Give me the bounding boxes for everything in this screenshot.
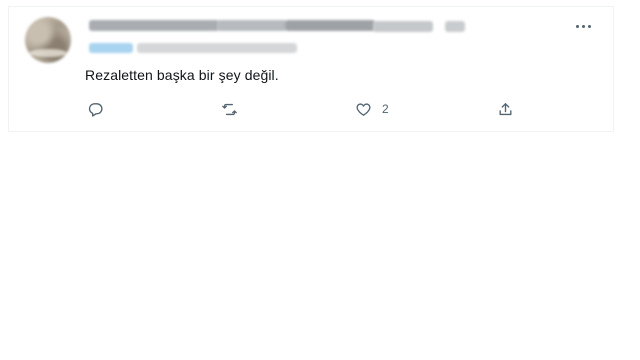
like-button[interactable]: 2: [355, 99, 389, 119]
avatar[interactable]: [25, 17, 71, 63]
author-handle-redacted: [89, 43, 309, 55]
tweet-card[interactable]: Rezaletten başka bir şey değil. 2: [8, 6, 614, 132]
tweet-text: Rezaletten başka bir şey değil.: [85, 67, 279, 83]
more-icon-dot: [587, 24, 591, 28]
retweet-button[interactable]: [221, 99, 238, 119]
more-icon-dot: [581, 24, 585, 28]
more-icon-dot: [575, 24, 579, 28]
share-button[interactable]: [497, 99, 514, 119]
share-icon: [499, 102, 512, 115]
more-options-button[interactable]: [573, 19, 593, 33]
heart-icon: [356, 103, 371, 116]
retweet-icon: [222, 103, 237, 115]
reply-button[interactable]: [87, 99, 104, 119]
reply-icon: [88, 102, 103, 117]
author-name-redacted[interactable]: [89, 19, 469, 33]
like-count: 2: [382, 102, 389, 116]
